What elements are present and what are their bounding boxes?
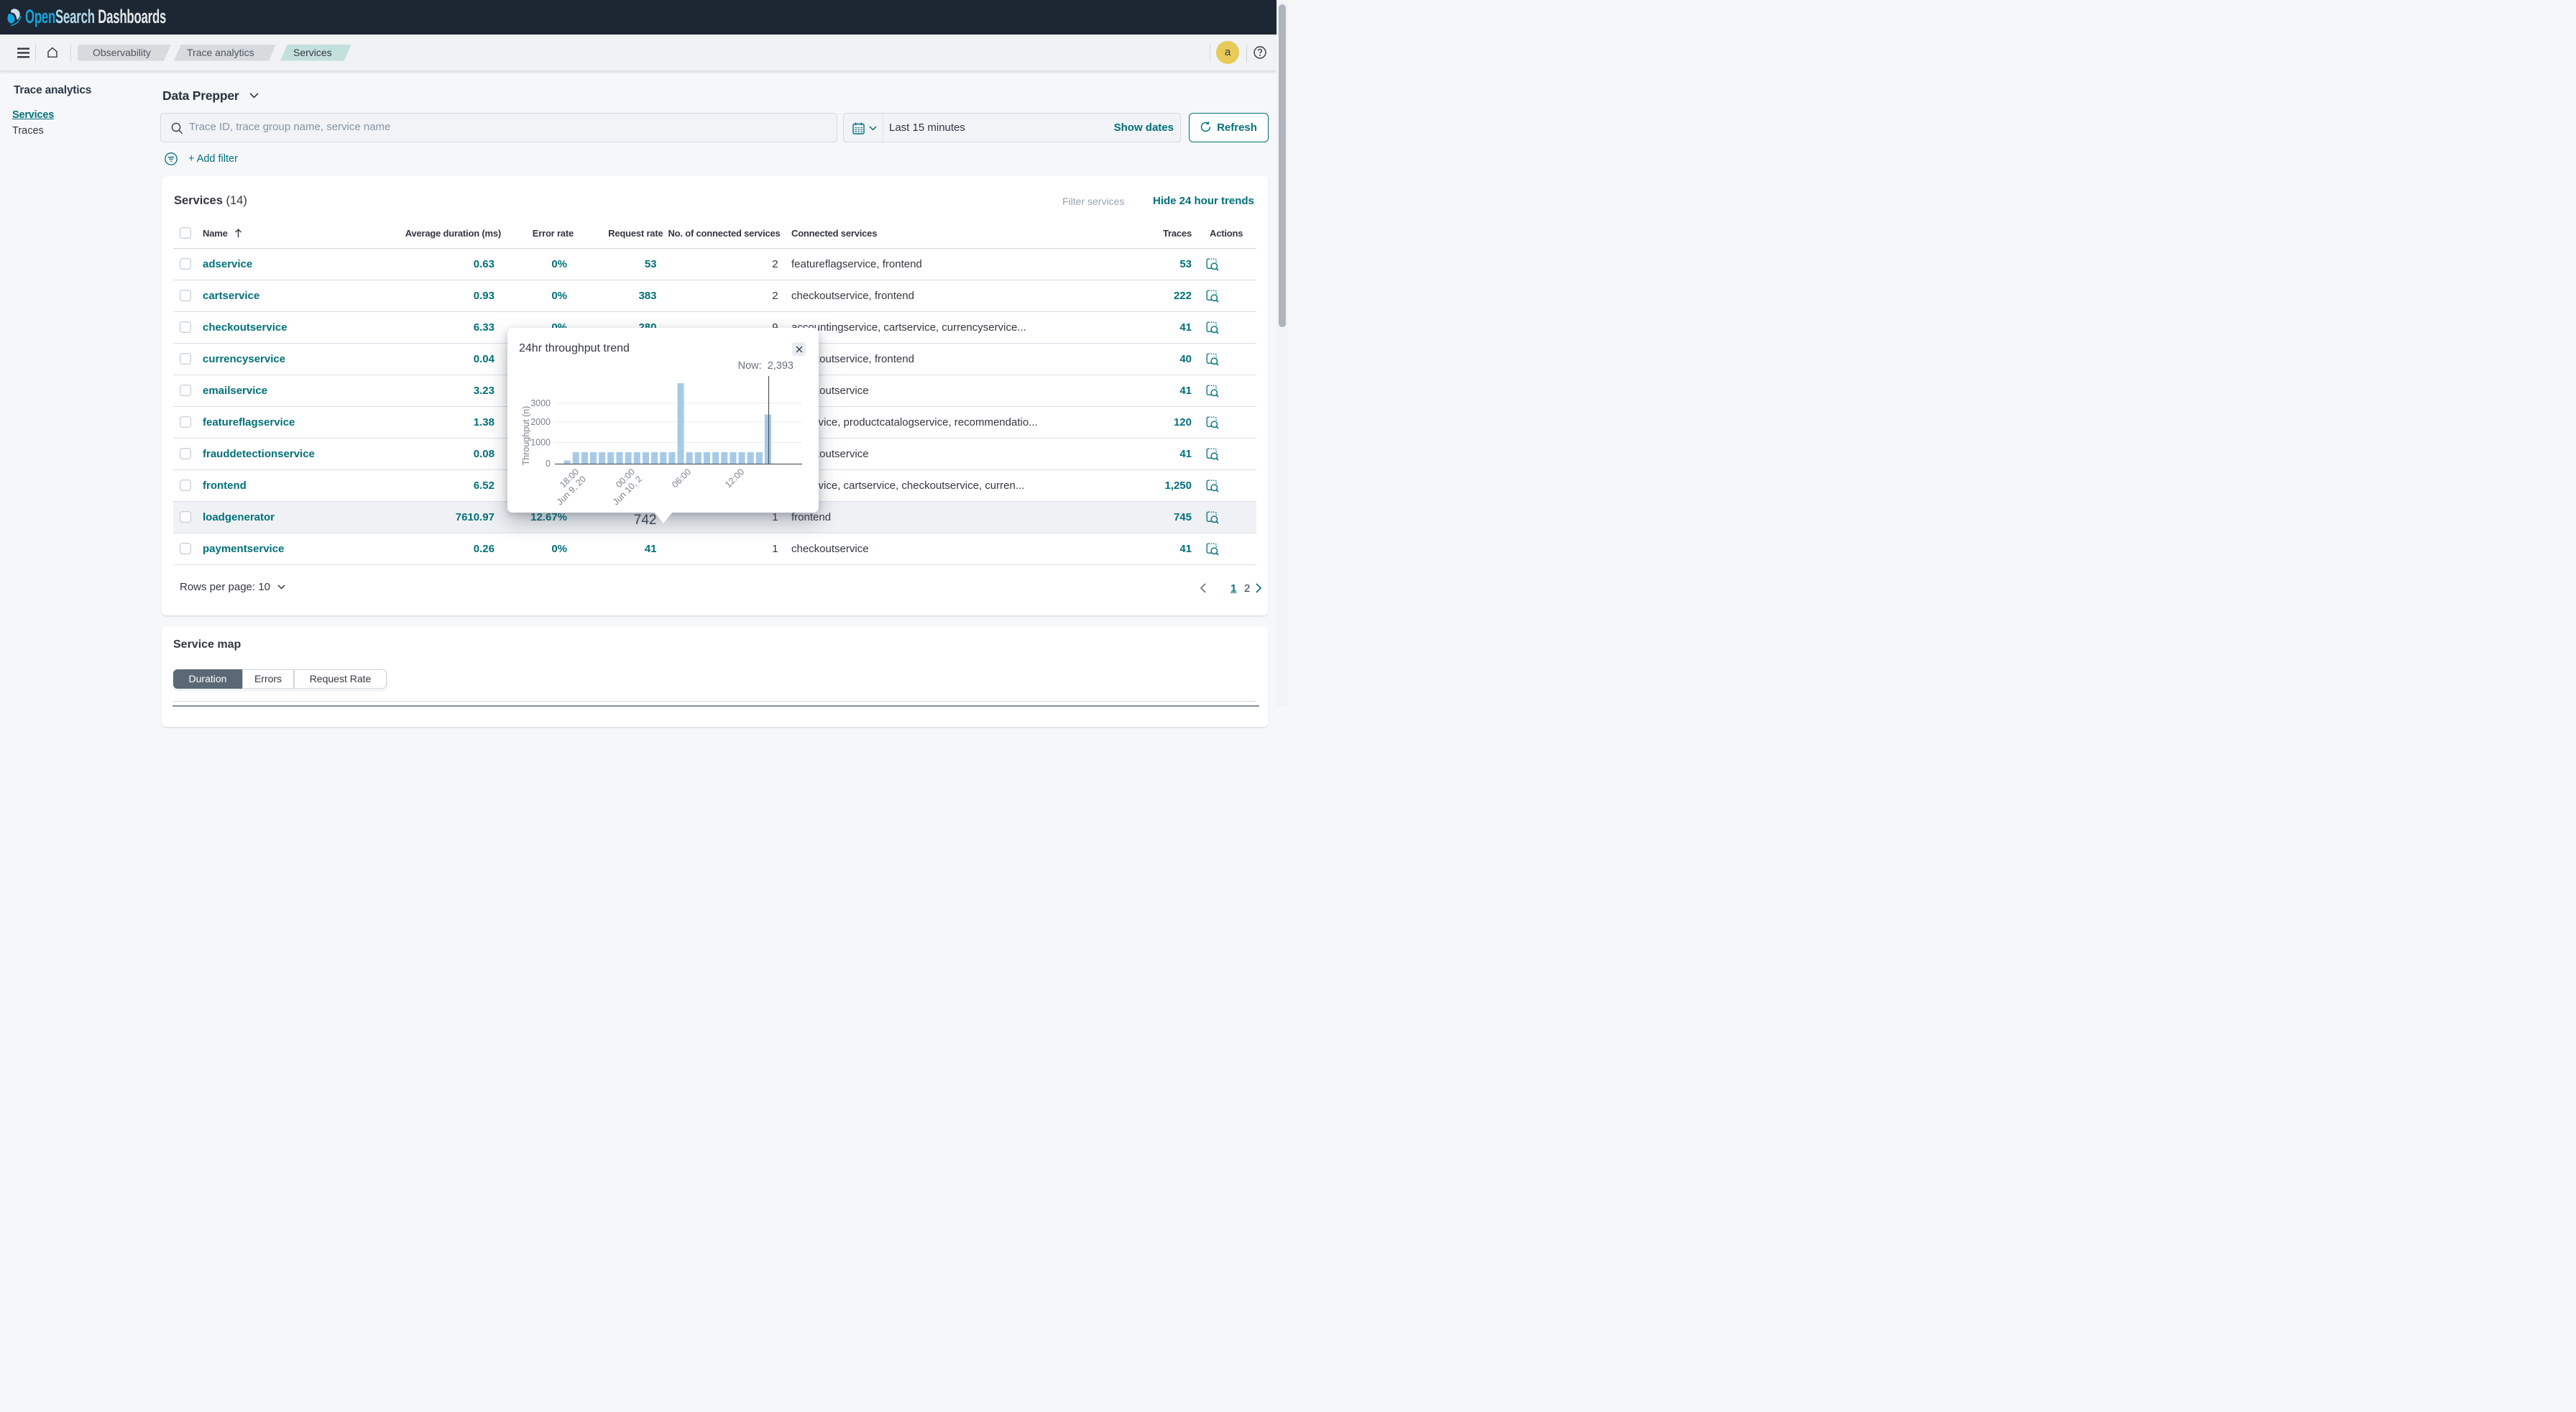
svg-text:06:00: 06:00 bbox=[670, 467, 693, 490]
svg-text:1000: 1000 bbox=[530, 438, 551, 448]
svg-text:12:00: 12:00 bbox=[723, 467, 746, 490]
svg-text:18:00Jun 9, 20: 18:00Jun 9, 20 bbox=[548, 467, 588, 507]
svg-text:00:00Jun 10, 2: 00:00Jun 10, 2 bbox=[604, 467, 644, 507]
svg-text:3000: 3000 bbox=[530, 398, 551, 408]
svg-text:Throughput (n): Throughput (n) bbox=[521, 406, 531, 466]
svg-text:2000: 2000 bbox=[530, 417, 551, 427]
svg-text:0: 0 bbox=[546, 459, 551, 469]
